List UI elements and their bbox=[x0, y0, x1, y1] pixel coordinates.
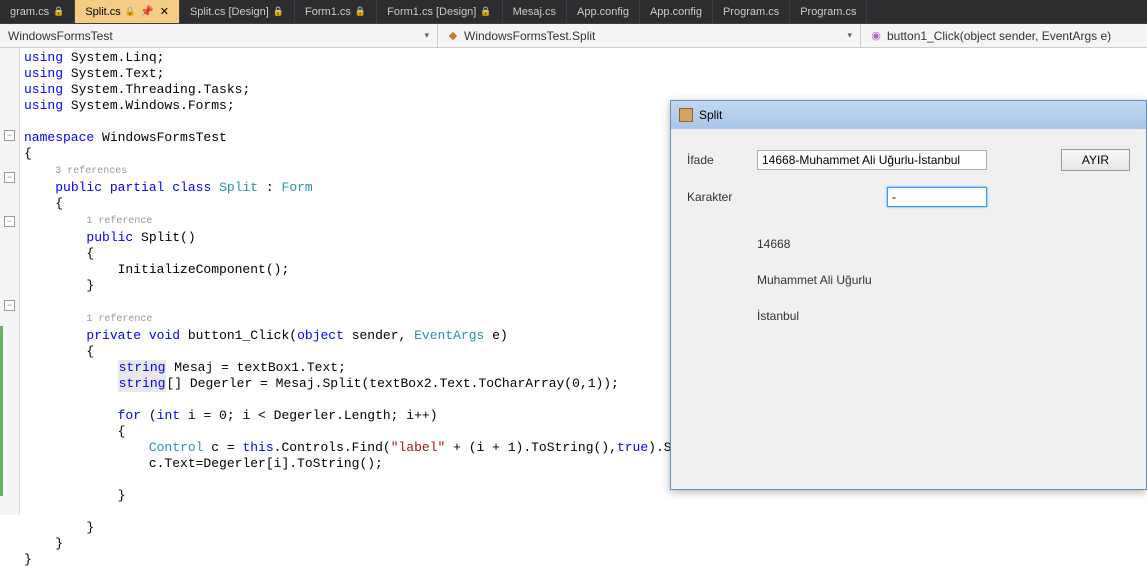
tab-bar: gram.cs🔒 Split.cs🔒📌✕ Split.cs [Design]🔒 … bbox=[0, 0, 1147, 24]
app-icon bbox=[679, 108, 693, 122]
fold-toggle[interactable]: − bbox=[4, 172, 15, 183]
winform-titlebar[interactable]: Split bbox=[671, 101, 1146, 129]
editor-gutter: − − − − bbox=[0, 48, 20, 515]
winform-title-text: Split bbox=[699, 108, 722, 122]
winform-split: Split İfade AYIR Karakter 14668 Muhammet… bbox=[670, 100, 1147, 490]
result-label-3: İstanbul bbox=[757, 309, 1130, 323]
change-indicator bbox=[0, 326, 3, 496]
chevron-down-icon: ▾ bbox=[424, 30, 429, 41]
tab-appconfig-1[interactable]: App.config bbox=[567, 0, 640, 23]
result-label-2: Muhammet Ali Uğurlu bbox=[757, 273, 1130, 287]
nav-method[interactable]: ◉button1_Click(object sender, EventArgs … bbox=[861, 24, 1147, 47]
lock-icon: 🔒 bbox=[53, 6, 64, 17]
codelens[interactable]: 3 references bbox=[55, 166, 127, 177]
lock-icon: 🔒 bbox=[125, 6, 136, 17]
tab-form1-design[interactable]: Form1.cs [Design]🔒 bbox=[377, 0, 502, 23]
fold-toggle[interactable]: − bbox=[4, 300, 15, 311]
nav-class[interactable]: ◆WindowsFormsTest.Split▾ bbox=[438, 24, 861, 47]
tab-split-design[interactable]: Split.cs [Design]🔒 bbox=[180, 0, 295, 23]
lock-icon: 🔒 bbox=[273, 6, 284, 17]
navigation-bar: WindowsFormsTest▾ ◆WindowsFormsTest.Spli… bbox=[0, 24, 1147, 48]
result-label-1: 14668 bbox=[757, 237, 1130, 251]
tab-mesaj-cs[interactable]: Mesaj.cs bbox=[503, 0, 567, 23]
class-icon: ◆ bbox=[446, 29, 460, 43]
button-ayir[interactable]: AYIR bbox=[1061, 149, 1130, 171]
pin-icon[interactable]: 📌 bbox=[140, 5, 154, 18]
tab-gram-cs[interactable]: gram.cs🔒 bbox=[0, 0, 75, 23]
input-karakter[interactable] bbox=[887, 187, 987, 207]
method-icon: ◉ bbox=[869, 29, 883, 43]
label-karakter: Karakter bbox=[687, 190, 747, 204]
results: 14668 Muhammet Ali Uğurlu İstanbul bbox=[757, 237, 1130, 323]
fold-toggle[interactable]: − bbox=[4, 130, 15, 141]
tab-appconfig-2[interactable]: App.config bbox=[640, 0, 713, 23]
tab-split-cs[interactable]: Split.cs🔒📌✕ bbox=[75, 0, 180, 23]
codelens[interactable]: 1 reference bbox=[86, 216, 152, 227]
lock-icon: 🔒 bbox=[355, 6, 366, 17]
winform-body: İfade AYIR Karakter 14668 Muhammet Ali U… bbox=[671, 129, 1146, 365]
label-ifade: İfade bbox=[687, 153, 747, 167]
fold-toggle[interactable]: − bbox=[4, 216, 15, 227]
lock-icon: 🔒 bbox=[480, 6, 491, 17]
tab-program-1[interactable]: Program.cs bbox=[713, 0, 790, 23]
chevron-down-icon: ▾ bbox=[847, 30, 852, 41]
input-ifade[interactable] bbox=[757, 150, 987, 170]
close-icon[interactable]: ✕ bbox=[160, 5, 169, 18]
codelens[interactable]: 1 reference bbox=[86, 314, 152, 325]
tab-form1-cs[interactable]: Form1.cs🔒 bbox=[295, 0, 377, 23]
tab-program-2[interactable]: Program.cs bbox=[790, 0, 867, 23]
nav-namespace[interactable]: WindowsFormsTest▾ bbox=[0, 24, 438, 47]
